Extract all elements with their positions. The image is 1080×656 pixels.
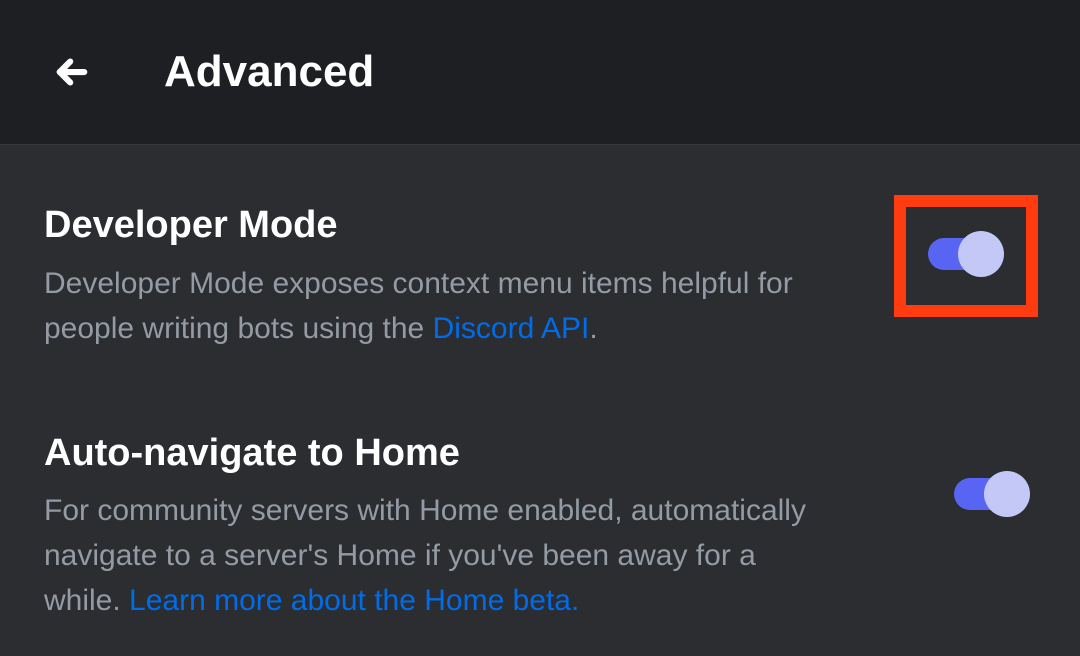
settings-content: Developer Mode Developer Mode exposes co…: [0, 145, 1080, 623]
discord-api-link[interactable]: Discord API: [433, 312, 590, 345]
settings-header: Advanced: [0, 0, 1080, 145]
setting-text: Developer Mode Developer Mode exposes co…: [44, 203, 824, 351]
home-beta-link[interactable]: Learn more about the Home beta.: [129, 584, 579, 617]
setting-text: Auto-navigate to Home For community serv…: [44, 431, 824, 624]
desc-suffix: .: [589, 312, 597, 345]
setting-title: Developer Mode: [44, 203, 824, 249]
toggle-container: [894, 203, 1040, 317]
desc-text: Developer Mode exposes context menu item…: [44, 267, 793, 345]
toggle-thumb: [958, 231, 1004, 277]
arrow-left-icon: [51, 51, 93, 93]
setting-description: Developer Mode exposes context menu item…: [44, 261, 824, 351]
page-title: Advanced: [164, 47, 374, 97]
toggle-thumb: [984, 471, 1030, 517]
highlight-annotation: [894, 195, 1038, 317]
toggle-container: [954, 431, 1040, 517]
developer-mode-toggle[interactable]: [928, 231, 1004, 277]
back-button[interactable]: [48, 48, 96, 96]
setting-auto-navigate-home: Auto-navigate to Home For community serv…: [44, 431, 1040, 624]
setting-title: Auto-navigate to Home: [44, 431, 824, 477]
setting-developer-mode: Developer Mode Developer Mode exposes co…: [44, 203, 1040, 351]
setting-description: For community servers with Home enabled,…: [44, 488, 824, 623]
auto-navigate-toggle[interactable]: [954, 471, 1030, 517]
